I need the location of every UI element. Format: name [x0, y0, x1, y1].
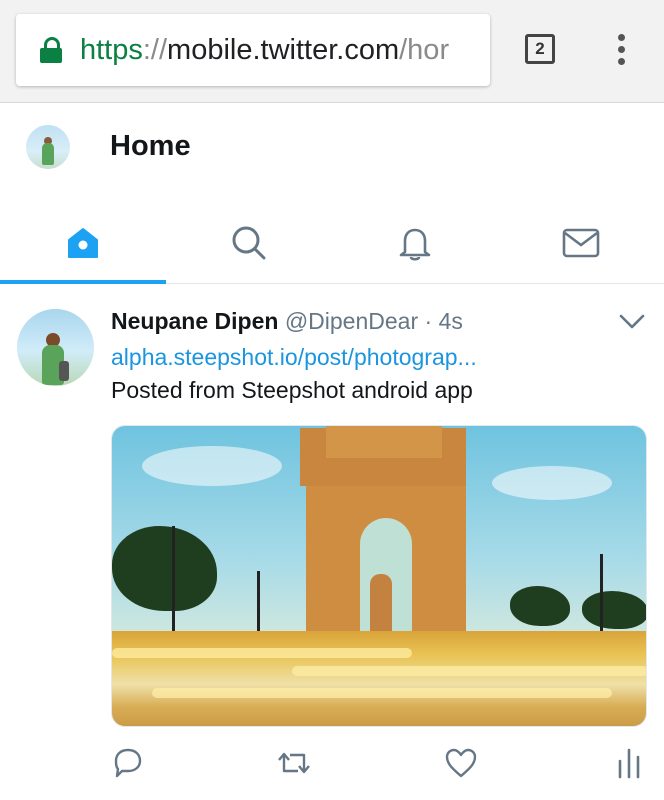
home-icon	[68, 228, 98, 258]
analytics-icon[interactable]	[612, 745, 648, 781]
tab-messages[interactable]	[498, 203, 664, 283]
like-icon[interactable]	[443, 745, 479, 781]
tweet-timestamp[interactable]: 4s	[439, 308, 463, 334]
address-bar[interactable]: https://mobile.twitter.com/hor	[16, 14, 490, 86]
tweet-actions	[0, 745, 664, 785]
reply-icon[interactable]	[110, 745, 146, 781]
page-title: Home	[110, 130, 191, 162]
lock-icon	[40, 37, 62, 63]
browser-toolbar: https://mobile.twitter.com/hor 2	[0, 0, 664, 103]
tweet-photo[interactable]	[111, 425, 647, 727]
nav-bar	[0, 203, 664, 284]
tab-home[interactable]	[0, 203, 166, 283]
tab-switcher-button[interactable]: 2	[525, 34, 555, 64]
url-text: https://mobile.twitter.com/hor	[80, 33, 450, 66]
tab-search[interactable]	[166, 203, 332, 283]
tab-notifications[interactable]	[332, 203, 498, 283]
bell-icon	[399, 228, 431, 261]
author-name[interactable]: Neupane Dipen	[111, 308, 278, 334]
active-tab-indicator	[0, 280, 166, 284]
search-icon	[232, 226, 266, 260]
mail-icon	[562, 228, 600, 258]
retweet-icon[interactable]	[276, 745, 312, 781]
profile-avatar[interactable]	[26, 125, 70, 169]
more-menu-icon[interactable]	[612, 34, 630, 70]
tweet-author-avatar[interactable]	[17, 309, 94, 386]
separator: ·	[424, 308, 433, 334]
chevron-down-icon[interactable]	[618, 312, 646, 332]
tweet-link[interactable]: alpha.steepshot.io/post/photograp...	[111, 344, 477, 371]
author-handle[interactable]: @DipenDear	[285, 308, 418, 334]
tweet-header: Neupane Dipen @DipenDear · 4s	[111, 308, 463, 335]
tweet-text: Posted from Steepshot android app	[111, 377, 473, 403]
